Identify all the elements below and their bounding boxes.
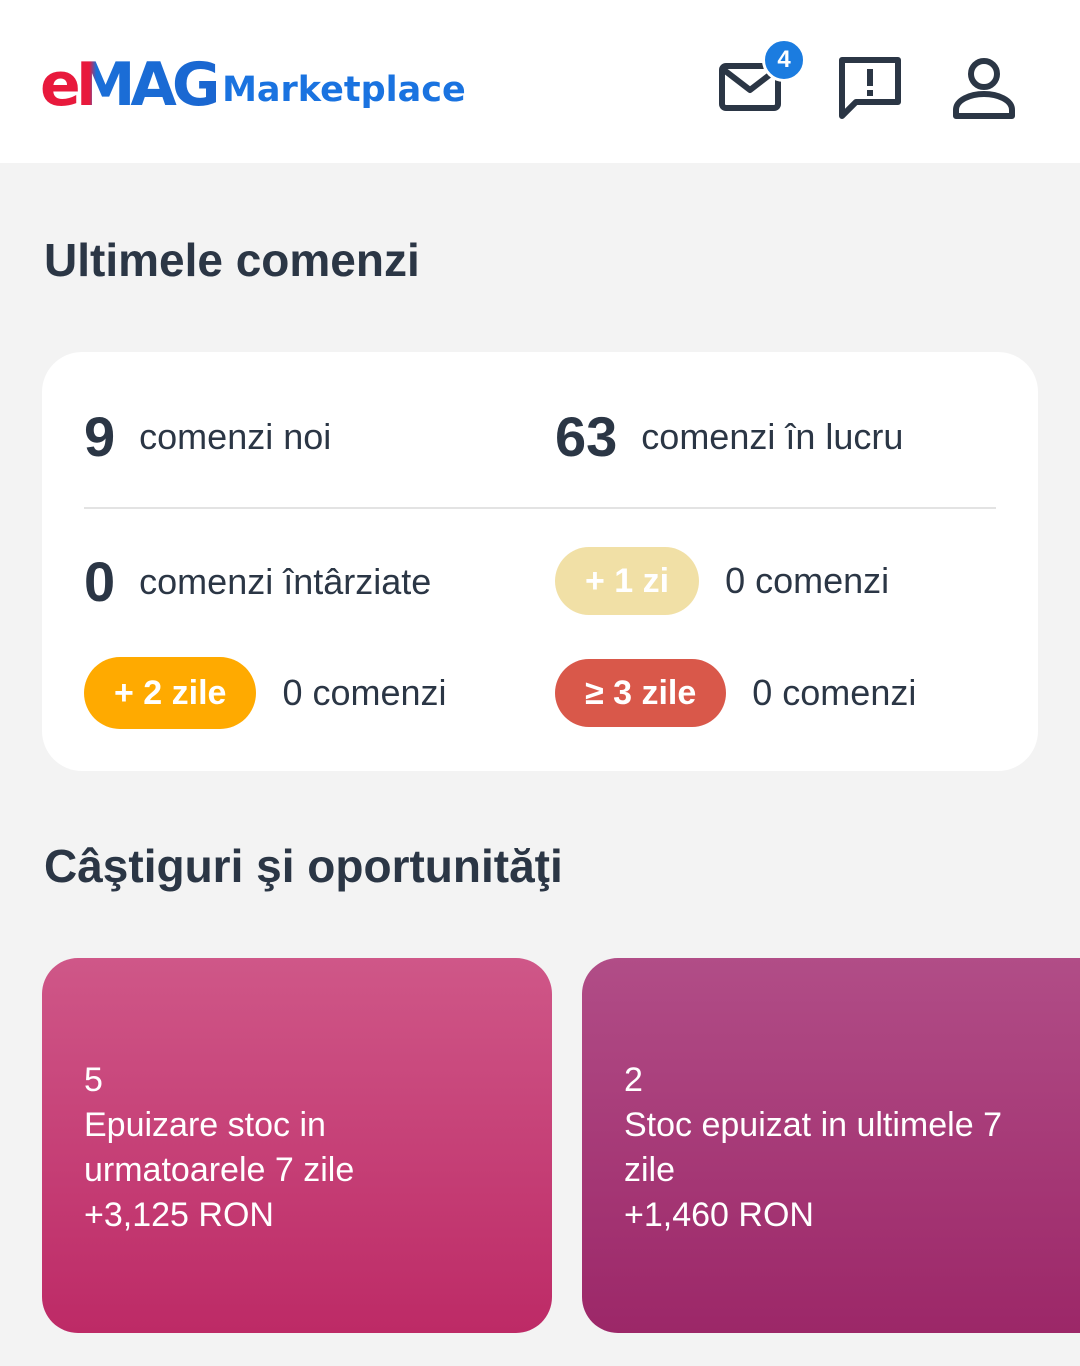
opportunity-card-stock-depletion[interactable]: 5 Epuizare stoc in urmatoarele 7 zile +3… [42,958,552,1333]
opportunity-text: Stoc epuizat in ultimele 7 zile [624,1106,1002,1189]
user-icon[interactable] [948,52,1020,124]
delay-3-days-tag: ≥ 3 zile [555,659,727,727]
opportunity-card-stock-out[interactable]: 2 Stoc epuizat in ultimele 7 zile +1,460… [582,958,1080,1333]
messages-count-badge: 4 [762,38,806,82]
new-orders-stat[interactable]: 9 comenzi noi [84,404,331,469]
delay-2-days-stat[interactable]: + 2 zile 0 comenzi [84,657,447,729]
new-orders-label: comenzi noi [139,415,332,457]
card-divider [84,507,996,509]
late-orders-stat[interactable]: 0 comenzi întârziate [84,549,431,614]
opportunity-text: Epuizare stoc in urmatoarele 7 zile [84,1106,355,1189]
in-progress-orders-stat[interactable]: 63 comenzi în lucru [555,404,903,469]
late-orders-count: 0 [84,550,116,613]
delay-2-days-tag: + 2 zile [84,657,257,729]
report-icon[interactable] [834,52,906,124]
top-header: eMAG Marketplace 4 [0,0,1080,163]
delay-1-day-tag: + 1 zi [555,547,700,615]
orders-section-title: Ultimele comenzi [44,234,420,286]
orders-summary-card: 9 comenzi noi 63 comenzi în lucru 0 come… [42,352,1038,771]
emag-marketplace-logo[interactable]: eMAG Marketplace [40,50,466,130]
opportunities-section-title: Câştiguri şi oportunităţi [44,840,563,892]
delay-1-day-value: 0 comenzi [725,560,890,601]
delay-3-days-value: 0 comenzi [752,672,917,713]
delay-2-days-value: 0 comenzi [282,672,447,713]
new-orders-count: 9 [84,405,116,468]
delay-1-day-stat[interactable]: + 1 zi 0 comenzi [555,547,889,615]
delay-3-days-stat[interactable]: ≥ 3 zile 0 comenzi [555,659,916,727]
in-progress-orders-label: comenzi în lucru [641,415,904,457]
in-progress-orders-count: 63 [555,405,618,468]
logo-emag-text: eMAG [40,50,221,120]
opportunity-count: 2 [624,1061,643,1099]
late-orders-label: comenzi întârziate [139,560,432,602]
opportunity-count: 5 [84,1061,103,1099]
opportunity-amount: +1,460 RON [624,1196,814,1234]
opportunity-amount: +3,125 RON [84,1196,274,1234]
logo-marketplace-text: Marketplace [222,70,466,110]
